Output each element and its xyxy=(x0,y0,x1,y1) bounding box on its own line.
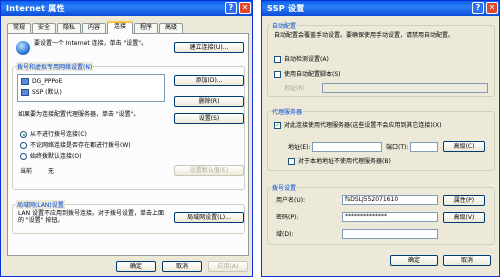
autoconfig-text: 自动配置会覆盖手动设置。要确保使用手动设置，请禁用自动配置。 xyxy=(274,32,455,39)
tab-advanced[interactable]: 高级 xyxy=(159,23,183,33)
tab-connections[interactable]: 连接 xyxy=(107,21,133,34)
set-default-button[interactable]: 设置默认值(E) xyxy=(174,165,244,176)
close-button[interactable]: ✕ xyxy=(486,2,498,14)
window-title: SSP 设置 xyxy=(267,4,305,13)
proxy-address-input[interactable] xyxy=(312,142,382,152)
auto-script-checkbox[interactable] xyxy=(274,71,281,78)
radio-always-dial-default[interactable] xyxy=(20,153,27,160)
add-button[interactable]: 添加(D)... xyxy=(174,75,244,86)
tab-privacy[interactable]: 隐私 xyxy=(57,23,81,33)
connection-icon xyxy=(21,89,29,96)
ok-button[interactable]: 确定 xyxy=(390,255,438,266)
username-label: 用户名(U): xyxy=(276,197,306,204)
properties-button[interactable]: 属性(P) xyxy=(443,195,485,206)
tab-general[interactable]: 常规 xyxy=(7,23,31,33)
dialup-vpn-group-label: 拨号和虚拟专用网络设置(N) xyxy=(16,62,94,71)
apply-button[interactable]: 应用(A) xyxy=(208,261,248,272)
window-title: Internet 属性 xyxy=(6,4,65,13)
bypass-local-label[interactable]: 对于本地地址不使用代理服务器(B) xyxy=(298,158,391,165)
current-label: 当前 xyxy=(20,168,33,175)
close-button[interactable]: ✕ xyxy=(239,2,251,14)
ssp-settings-window: SSP 设置 ? ✕ 自动配置 自动配置会覆盖手动设置。要确保使用手动设置，请禁… xyxy=(261,0,500,277)
auto-detect-label[interactable]: 自动检测设置(A) xyxy=(284,56,329,63)
script-address-input[interactable] xyxy=(322,83,488,93)
globe-icon xyxy=(16,41,30,55)
autoconfig-group-label: 自动配置 xyxy=(271,21,298,30)
use-proxy-label[interactable]: 对此连接使用代理服务器(这些设置不会应用到其它连接)(X) xyxy=(284,122,441,129)
connections-panel: 要设置一个 Internet 连接，单击 "设置"。 建立连接(U)... 拨号… xyxy=(7,33,249,256)
help-button[interactable]: ? xyxy=(225,2,237,14)
connections-list[interactable]: DG_PPPoE SSP (默认) xyxy=(17,74,165,102)
radio-always-dial-default-label[interactable]: 始终拨默认连接(O) xyxy=(30,153,81,160)
radio-never-dial[interactable] xyxy=(20,131,27,138)
dialup-group-label: 拨号设置 xyxy=(271,183,298,192)
current-value: 无 xyxy=(48,168,55,175)
title-bar[interactable]: SSP 设置 ? ✕ xyxy=(262,1,499,16)
proxy-advanced-button[interactable]: 高级(C) xyxy=(443,141,485,152)
setup-button[interactable]: 建立连接(U)... xyxy=(174,42,244,53)
radio-dial-when-no-network-label[interactable]: 不论网络连接是否存在都进行拨号(W) xyxy=(30,142,131,149)
radio-never-dial-label[interactable]: 从不进行拨号连接(C) xyxy=(30,131,87,138)
tab-programs[interactable]: 程序 xyxy=(134,23,158,33)
tab-content[interactable]: 内容 xyxy=(82,23,106,33)
password-input[interactable]: ************** xyxy=(342,212,438,222)
connection-icon xyxy=(21,78,29,85)
tab-security[interactable]: 安全 xyxy=(32,23,56,33)
dialup-advanced-button[interactable]: 高级(V) xyxy=(443,212,485,223)
cancel-button[interactable]: 取消 xyxy=(162,261,202,272)
port-label: 端口(T): xyxy=(386,144,409,151)
lan-settings-group-label: 局域网(LAN)设置 xyxy=(16,200,65,209)
username-input[interactable]: fsDSLJ552071610 xyxy=(342,195,438,205)
port-input[interactable] xyxy=(410,142,438,152)
proxy-address-label: 地址(E): xyxy=(288,144,311,151)
setup-text: 要设置一个 Internet 连接，单击 "设置"。 xyxy=(34,40,148,47)
remove-button[interactable]: 删除(R) xyxy=(174,96,244,107)
bypass-local-checkbox[interactable] xyxy=(288,158,295,165)
cancel-button[interactable]: 取消 xyxy=(443,255,491,266)
ok-button[interactable]: 确定 xyxy=(116,261,156,272)
auto-detect-checkbox[interactable] xyxy=(274,56,281,63)
radio-dial-when-no-network[interactable] xyxy=(20,142,27,149)
password-label: 密码(P): xyxy=(276,214,299,221)
title-bar[interactable]: Internet 属性 ? ✕ xyxy=(1,1,252,16)
proxy-group-label: 代理服务器 xyxy=(271,107,304,116)
lan-settings-button[interactable]: 局域网设置(L)... xyxy=(174,212,244,223)
connection-item[interactable]: DG_PPPoE xyxy=(32,78,62,85)
script-address-label: 地址(R) xyxy=(284,85,305,92)
use-proxy-checkbox[interactable]: ✓ xyxy=(274,122,281,129)
domain-label: 域(D): xyxy=(276,231,294,238)
internet-properties-window: Internet 属性 ? ✕ 常规 安全 隐私 内容 连接 程序 高级 要设置… xyxy=(0,0,253,277)
help-button[interactable]: ? xyxy=(472,2,484,14)
lan-settings-text: LAN 设置不应用到拨号连接。对于拨号设置，单击上面的 "设置" 按钮。 xyxy=(18,210,164,224)
settings-button[interactable]: 设置(S) xyxy=(174,113,244,124)
domain-input[interactable] xyxy=(342,229,438,239)
proxy-hint-text: 如果要为连接配置代理服务器，单击 "设置"。 xyxy=(18,111,140,118)
connection-item[interactable]: SSP (默认) xyxy=(32,89,62,96)
auto-script-label[interactable]: 使用自动配置脚本(S) xyxy=(284,71,341,78)
